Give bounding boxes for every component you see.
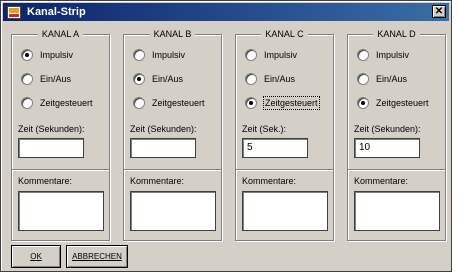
radio-impulsiv[interactable]: Impulsiv [245,49,298,61]
radio-label: Zeitgesteuert [152,98,205,108]
time-input[interactable] [130,138,196,158]
radio-button[interactable] [21,49,33,61]
time-input[interactable]: 5 [242,138,308,158]
time-label: Zeit (Sek.): [242,124,287,134]
radio-ein-aus[interactable]: Ein/Aus [245,73,296,85]
radio-button[interactable] [357,97,369,109]
comment-label: Kommentare: [130,176,185,186]
radio-label: Impulsiv [264,50,298,60]
radio-button[interactable] [245,73,257,85]
radio-label: Ein/Aus [264,74,296,84]
app-icon [7,5,21,19]
radio-button[interactable] [245,49,257,61]
radio-label: Impulsiv [40,50,74,60]
time-input[interactable]: 10 [354,138,420,158]
radio-label: Zeitgesteuert [263,96,320,110]
radio-label: Zeitgesteuert [40,98,93,108]
group-kanal-d: KANAL D Impulsiv Ein/Aus Zeitgesteuert Z… [347,29,446,241]
close-icon[interactable]: ✕ [432,5,446,18]
radio-label: Ein/Aus [40,74,72,84]
radio-button[interactable] [357,49,369,61]
radio-button[interactable] [133,97,145,109]
radio-label: Zeitgesteuert [376,98,429,108]
radio-zeitgesteuert[interactable]: Zeitgesteuert [133,97,206,109]
group-kanal-b: KANAL B Impulsiv Ein/Aus Zeitgesteuert Z… [123,29,222,241]
radio-label: Impulsiv [376,50,410,60]
time-label: Zeit (Sekunden): [354,124,421,134]
ok-button-label: OK [30,252,42,261]
cancel-button[interactable]: ABBRECHEN [66,245,128,268]
group-title: KANAL A [37,29,84,39]
group-title: KANAL C [261,29,308,39]
radio-impulsiv[interactable]: Impulsiv [133,49,186,61]
comment-label: Kommentare: [242,176,297,186]
radio-button[interactable] [21,97,33,109]
group-kanal-c: KANAL C Impulsiv Ein/Aus Zeitgesteuert Z… [235,29,334,241]
radio-ein-aus[interactable]: Ein/Aus [21,73,72,85]
divider [348,169,445,171]
radio-zeitgesteuert[interactable]: Zeitgesteuert [21,97,94,109]
comment-textarea[interactable] [18,191,104,231]
time-label: Zeit (Sekunden): [130,124,197,134]
radio-button[interactable] [133,73,145,85]
group-kanal-a: KANAL A Impulsiv Ein/Aus Zeitgesteuert Z… [11,29,110,241]
comment-textarea[interactable] [130,191,216,231]
comment-textarea[interactable] [242,191,328,231]
divider [236,169,333,171]
radio-impulsiv[interactable]: Impulsiv [357,49,410,61]
group-title: KANAL B [149,29,196,39]
comment-label: Kommentare: [354,176,409,186]
divider [12,169,109,171]
radio-label: Ein/Aus [376,74,408,84]
radio-button[interactable] [357,73,369,85]
radio-ein-aus[interactable]: Ein/Aus [357,73,408,85]
group-title: KANAL D [373,29,420,39]
ok-button[interactable]: OK [11,245,61,268]
radio-label: Ein/Aus [152,74,184,84]
comment-label: Kommentare: [18,176,73,186]
cancel-button-label: ABBRECHEN [72,252,122,261]
divider [124,169,221,171]
radio-button[interactable] [133,49,145,61]
radio-zeitgesteuert[interactable]: Zeitgesteuert [357,97,430,109]
radio-button[interactable] [245,97,257,109]
radio-zeitgesteuert[interactable]: Zeitgesteuert [245,96,320,110]
comment-textarea[interactable] [354,191,440,231]
radio-ein-aus[interactable]: Ein/Aus [133,73,184,85]
window-title: Kanal-Strip [27,6,86,18]
kanal-strip-dialog: Kanal-Strip ✕ KANAL A Impulsiv Ein/Aus Z… [0,0,452,272]
radio-impulsiv[interactable]: Impulsiv [21,49,74,61]
radio-button[interactable] [21,73,33,85]
radio-label: Impulsiv [152,50,186,60]
time-input[interactable] [18,138,84,158]
time-label: Zeit (Sekunden): [18,124,85,134]
title-bar[interactable]: Kanal-Strip ✕ [3,3,449,21]
